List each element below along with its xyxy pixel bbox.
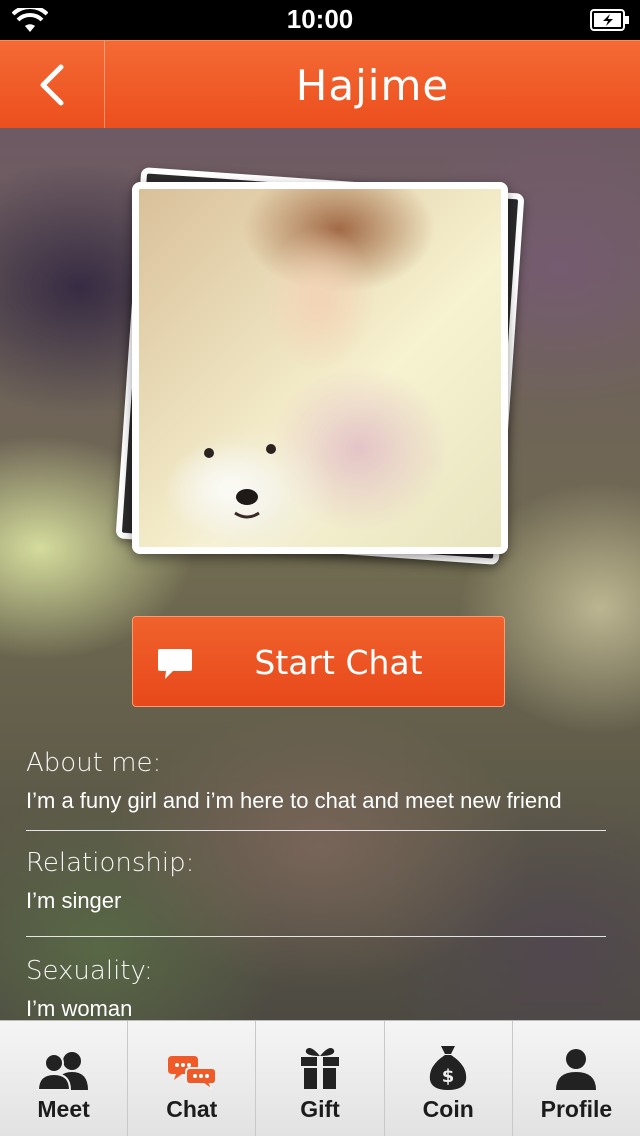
status-time: 10:00 — [286, 4, 354, 34]
tab-coin[interactable]: $ Coin — [385, 1021, 513, 1136]
dog-illustration — [204, 444, 276, 519]
tab-label: Profile — [540, 1096, 613, 1122]
tab-profile[interactable]: Profile — [513, 1021, 640, 1136]
start-chat-button[interactable]: Start Chat — [132, 616, 505, 707]
tab-gift[interactable]: Gift — [256, 1021, 385, 1136]
person-icon — [556, 1038, 597, 1090]
divider — [26, 936, 606, 937]
svg-text:$: $ — [442, 1066, 455, 1087]
battery-icon — [590, 9, 630, 35]
tab-label: Gift — [300, 1096, 340, 1122]
tab-chat[interactable]: Chat — [128, 1021, 257, 1136]
chat-bubbles-icon — [167, 1038, 216, 1090]
back-button[interactable] — [0, 41, 105, 129]
sexuality-section: Sexuality: I’m woman — [26, 956, 606, 1022]
profile-photo-stack — [115, 167, 530, 570]
tab-label: Chat — [166, 1096, 218, 1122]
money-bag-icon: $ — [428, 1038, 468, 1090]
start-chat-label: Start Chat — [254, 643, 423, 682]
tab-label: Meet — [37, 1096, 90, 1122]
sexuality-heading: Sexuality: — [26, 956, 153, 986]
status-bar: 10:00 — [0, 0, 640, 40]
about-section: About me: I’m a funy girl and i’m here t… — [26, 748, 606, 814]
header-bar: Hajime — [0, 40, 640, 129]
relationship-value: I’m singer — [26, 888, 122, 913]
relationship-section: Relationship: I’m singer — [26, 848, 606, 914]
gift-icon — [300, 1038, 340, 1090]
relationship-heading: Relationship: — [26, 848, 195, 878]
chat-bubble-icon — [158, 649, 192, 679]
page-title: Hajime — [295, 60, 450, 110]
tab-label: Coin — [422, 1096, 474, 1122]
profile-photo[interactable] — [132, 182, 508, 554]
divider — [26, 830, 606, 831]
tab-bar: Meet Chat Gift $ Coin Profile — [0, 1020, 640, 1136]
people-icon — [36, 1038, 92, 1090]
tab-meet[interactable]: Meet — [0, 1021, 129, 1136]
about-value: I’m a funy girl and i’m here to chat and… — [26, 788, 562, 813]
chevron-left-icon — [40, 64, 64, 106]
about-heading: About me: — [26, 748, 162, 778]
sexuality-value: I’m woman — [26, 996, 133, 1021]
